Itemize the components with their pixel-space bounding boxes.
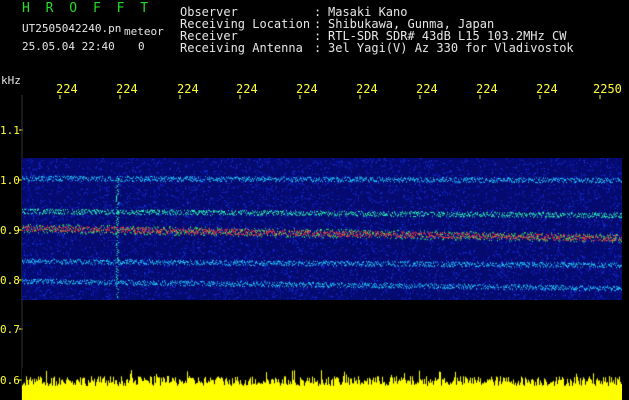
meteor-count: 0 — [138, 40, 145, 53]
frequency-unit-label: kHz — [1, 74, 21, 87]
antenna-label: Receiving Antenna — [180, 41, 303, 55]
time-tick-9: 224 — [536, 82, 558, 96]
time-tick-2: 224 — [116, 82, 138, 96]
antenna-colon: : — [314, 41, 322, 55]
time-tick-7: 224 — [416, 82, 438, 96]
waterfall-spectrogram — [22, 158, 622, 300]
spectrum-bar — [22, 368, 622, 400]
time-tick-6: 224 — [356, 82, 378, 96]
time-tick-3: 224 — [177, 82, 199, 96]
time-tick-4: 224 — [236, 82, 258, 96]
time-tick-5: 224 — [296, 82, 318, 96]
antenna-value: 3el Yagi(V) Az 330 for Vladivostok — [328, 41, 574, 55]
time-tick-10: 2250 — [593, 82, 622, 96]
meteor-label: meteor — [124, 25, 164, 38]
app-title: H R O F F T — [22, 1, 153, 16]
observation-datetime: 25.05.04 22:40 — [22, 40, 115, 53]
image-filename: UT2505042240.pn — [22, 22, 122, 35]
time-tick-8: 224 — [476, 82, 498, 96]
x-tick-marks — [59, 95, 601, 99]
time-tick-1: 224 — [56, 82, 78, 96]
